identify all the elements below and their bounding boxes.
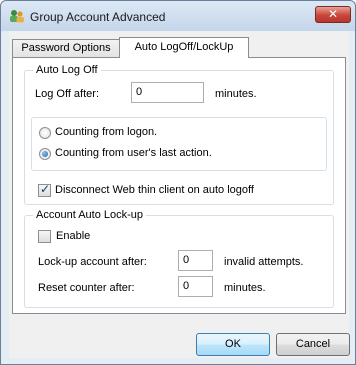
tab-label: Auto LogOff/LockUp [134,41,234,53]
lockup-after-label: Lock-up account after: [38,256,147,268]
close-icon: ✕ [327,7,339,21]
log-off-minutes-field[interactable]: 0 [131,82,204,103]
counting-from-logon-label: Counting from logon. [55,126,158,138]
enable-lockup-checkbox[interactable] [38,230,51,243]
tab-panel: Auto Log Off Log Off after: 0 minutes. C… [12,57,346,314]
reset-minutes-label: minutes. [224,282,266,294]
group-title: Account Auto Lock-up [33,209,147,221]
disconnect-web-client-checkbox[interactable] [38,182,51,197]
tab-auto-logoff-lockup[interactable]: Auto LogOff/LockUp [119,37,249,58]
window-title: Group Account Advanced [30,10,166,24]
log-off-after-label: Log Off after: [35,88,100,100]
cancel-button[interactable]: Cancel [276,333,350,356]
title-bar[interactable]: Group Account Advanced ✕ [1,1,355,31]
lockup-attempts-field[interactable]: 0 [178,250,213,271]
counting-from-last-action-label: Counting from user's last action. [55,147,212,159]
ok-button[interactable]: OK [196,333,270,356]
counting-from-logon-radio[interactable] [39,127,51,139]
minutes-label: minutes. [215,88,257,100]
account-auto-lockup-group: Account Auto Lock-up Enable Lock-up acco… [24,209,334,308]
tab-label: Password Options [21,42,111,54]
dialog-window: Group Account Advanced ✕ Password Option… [0,0,356,365]
reset-counter-field[interactable]: 0 [178,276,213,297]
counting-mode-group: Counting from logon. Counting from user'… [31,117,327,171]
group-title: Auto Log Off [33,64,101,76]
counting-from-last-action-radio[interactable] [39,148,51,160]
enable-lockup-label: Enable [56,230,91,242]
tab-password-options[interactable]: Password Options [12,39,120,57]
close-button[interactable]: ✕ [315,6,351,23]
dialog-client-area: Password Options Auto LogOff/LockUp Auto… [9,31,350,358]
invalid-attempts-label: invalid attempts. [224,256,304,268]
group-users-icon [10,10,24,23]
reset-counter-label: Reset counter after: [38,282,135,294]
disconnect-web-client-label: Disconnect Web thin client on auto logof… [55,184,254,196]
auto-log-off-group: Auto Log Off Log Off after: 0 minutes. C… [24,64,334,205]
